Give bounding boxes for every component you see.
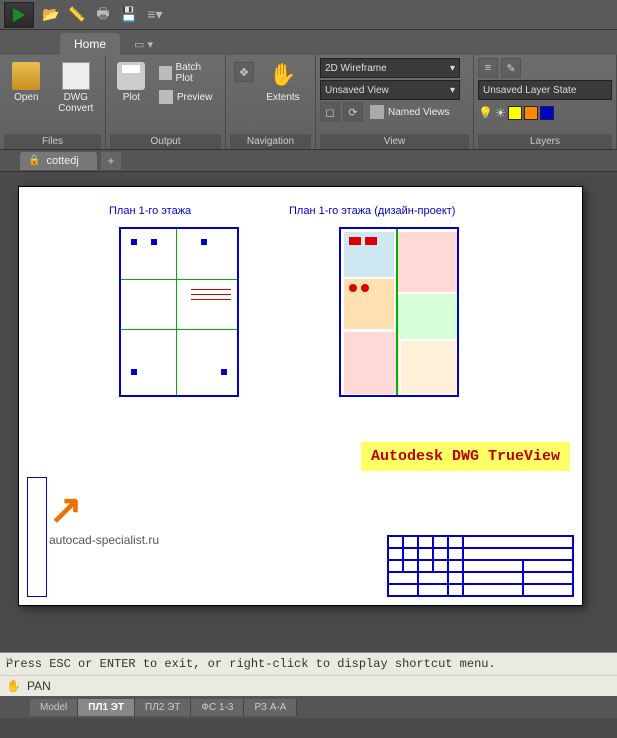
convert-label: DWGConvert xyxy=(58,92,93,114)
folder-icon xyxy=(12,62,40,90)
tab-home[interactable]: Home xyxy=(60,33,120,55)
layer-b1[interactable]: ≡ xyxy=(478,58,498,78)
command-area: ✕ Press ESC or ENTER to exit, or right-c… xyxy=(0,652,617,696)
panel-navigation: ✥ ✋ Extents Navigation xyxy=(226,55,316,149)
app-menu-button[interactable] xyxy=(4,2,34,28)
nav-btn-1[interactable]: ✥ xyxy=(234,62,254,82)
tab-extra[interactable]: ▭ ▾ xyxy=(120,34,167,55)
layer-state-value: Unsaved Layer State xyxy=(483,85,576,96)
logo: ↗ autocad-specialist.ru xyxy=(49,487,159,547)
layout-tab-4[interactable]: РЗ А-А xyxy=(244,699,297,716)
layers-icon[interactable]: ≡▾ xyxy=(146,6,164,24)
doc-tab-active[interactable]: 🔒 cottedj xyxy=(20,152,97,170)
layout-tab-2[interactable]: ПЛ2 ЭТ xyxy=(135,699,191,716)
side-title-block xyxy=(27,477,47,597)
close-icon[interactable]: ✕ xyxy=(4,654,13,667)
panel-layers: ≡✎ Unsaved Layer State 💡 ☀ Layers xyxy=(474,55,617,149)
quick-access-toolbar: 📂 📏 🖶 💾 ≡▾ xyxy=(0,0,617,30)
panel-layers-title: Layers xyxy=(478,134,612,149)
command-current: PAN xyxy=(27,679,51,693)
print-icon[interactable]: 🖶 xyxy=(94,6,112,24)
panel-nav-title: Navigation xyxy=(230,134,311,149)
plot-label: Plot xyxy=(123,92,140,103)
saved-view-dropdown[interactable]: Unsaved View ▾ xyxy=(320,80,460,100)
app-logo-icon xyxy=(13,8,25,22)
panel-files: Open DWGConvert Files xyxy=(0,55,106,149)
drawing-canvas[interactable]: План 1-го этажа План 1-го этажа (дизайн-… xyxy=(0,172,617,652)
preview-button[interactable]: Preview xyxy=(155,88,221,106)
named-label: Named Views xyxy=(388,107,450,118)
logo-url: autocad-specialist.ru xyxy=(49,533,159,547)
layout-tab-1[interactable]: ПЛ1 ЭТ xyxy=(78,699,135,716)
layer-b2[interactable]: ✎ xyxy=(501,58,521,78)
plot-button[interactable]: Plot xyxy=(110,58,153,134)
swatch-blue[interactable] xyxy=(540,106,554,120)
open-button[interactable]: Open xyxy=(4,58,49,134)
style-value: 2D Wireframe xyxy=(325,63,387,74)
preview-label: Preview xyxy=(177,92,213,103)
ruler-icon[interactable]: 📏 xyxy=(68,6,86,24)
logo-arrow-icon: ↗ xyxy=(49,487,159,533)
ribbon: Open DWGConvert Files Plot Batch Plot Pr… xyxy=(0,55,617,150)
add-tab-button[interactable]: + xyxy=(101,152,121,170)
plan-title-1: План 1-го этажа xyxy=(109,205,191,217)
bulb-icon[interactable]: 💡 xyxy=(478,106,493,120)
view-sq1[interactable]: ◻ xyxy=(320,102,340,122)
floorplan-1 xyxy=(119,227,239,397)
floorplan-2 xyxy=(339,227,459,397)
named-views-button[interactable]: Named Views xyxy=(366,103,469,121)
named-icon xyxy=(370,105,384,119)
open-label: Open xyxy=(14,92,38,103)
layer-swatches: 💡 ☀ xyxy=(478,102,612,120)
layout-tab-model[interactable]: Model xyxy=(30,699,78,716)
open-icon[interactable]: 📂 xyxy=(42,6,60,24)
command-history: Press ESC or ENTER to exit, or right-cli… xyxy=(0,652,617,675)
saved-value: Unsaved View xyxy=(325,85,389,96)
plan-title-2: План 1-го этажа (дизайн-проект) xyxy=(289,205,455,217)
sun-icon[interactable]: ☀ xyxy=(495,106,506,120)
panel-files-title: Files xyxy=(4,134,101,149)
preview-icon xyxy=(159,90,173,104)
printer-icon xyxy=(117,62,145,90)
swatch-orange[interactable] xyxy=(524,106,538,120)
lock-icon: 🔒 xyxy=(28,155,40,166)
layout-tab-3[interactable]: ФС 1-3 xyxy=(191,699,244,716)
chevron-down-icon: ▾ xyxy=(450,63,455,74)
batch-label: Batch Plot xyxy=(176,62,217,84)
batch-plot-button[interactable]: Batch Plot xyxy=(155,60,221,86)
command-input[interactable]: ✋ PAN xyxy=(0,675,617,696)
view-sq2[interactable]: ⟳ xyxy=(343,102,363,122)
document-tabs: 🔒 cottedj + xyxy=(0,150,617,172)
panel-output: Plot Batch Plot Preview Output xyxy=(106,55,226,149)
dwg-convert-button[interactable]: DWGConvert xyxy=(51,58,101,134)
panel-view-title: View xyxy=(320,134,469,149)
extents-button[interactable]: ✋ Extents xyxy=(260,58,306,134)
paper-sheet: План 1-го этажа План 1-го этажа (дизайн-… xyxy=(18,186,583,606)
title-block xyxy=(387,535,574,597)
panel-view: 2D Wireframe ▾ Unsaved View ▾ ◻ ⟳ Named Vi… xyxy=(316,55,474,149)
layer-state-dropdown[interactable]: Unsaved Layer State xyxy=(478,80,612,100)
visual-style-dropdown[interactable]: 2D Wireframe ▾ xyxy=(320,58,460,78)
chevron-down-icon: ▾ xyxy=(450,85,455,96)
document-icon xyxy=(62,62,90,90)
doc-name: cottedj xyxy=(46,155,78,167)
batch-icon xyxy=(159,66,172,80)
ribbon-tab-strip: Home ▭ ▾ xyxy=(0,30,617,55)
watermark-text: Autodesk DWG TrueView xyxy=(361,442,570,471)
extents-label: Extents xyxy=(266,92,299,103)
hand-icon: ✋ xyxy=(269,62,297,90)
panel-output-title: Output xyxy=(110,134,221,149)
pan-hand-icon: ✋ xyxy=(6,679,21,693)
swatch-yellow[interactable] xyxy=(508,106,522,120)
layout-tabs: Model ПЛ1 ЭТ ПЛ2 ЭТ ФС 1-3 РЗ А-А xyxy=(0,696,617,718)
save-icon[interactable]: 💾 xyxy=(120,6,138,24)
